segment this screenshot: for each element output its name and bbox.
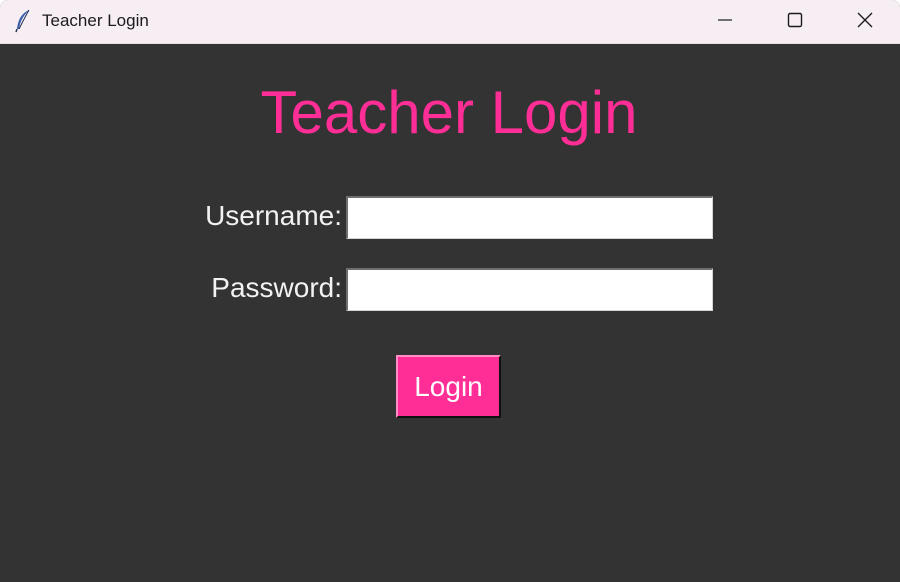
password-field[interactable]	[346, 268, 713, 311]
password-label: Password:	[211, 272, 342, 303]
login-button[interactable]: Login	[396, 355, 501, 418]
title-bar[interactable]: Teacher Login	[0, 0, 900, 44]
app-window: Teacher Login Teacher Login Username: Pa…	[0, 0, 900, 582]
minimize-icon	[717, 12, 733, 33]
close-button[interactable]	[830, 0, 900, 44]
feather-icon	[14, 9, 32, 33]
username-label: Username:	[205, 200, 342, 231]
username-field[interactable]	[346, 196, 713, 239]
minimize-button[interactable]	[690, 0, 760, 44]
login-panel: Teacher Login Username: Password: Login	[0, 44, 900, 582]
maximize-button[interactable]	[760, 0, 830, 44]
window-title: Teacher Login	[42, 11, 149, 30]
close-icon	[856, 11, 874, 34]
maximize-icon	[787, 12, 803, 33]
page-title: Teacher Login	[260, 79, 638, 146]
